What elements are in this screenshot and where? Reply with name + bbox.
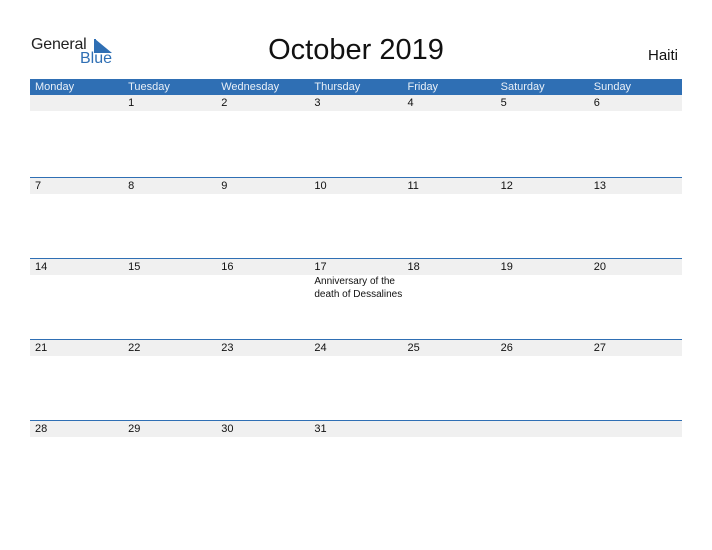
weekday-sunday: Sunday <box>593 81 632 93</box>
day-number: 8 <box>128 180 135 192</box>
week-row: 21 22 23 24 25 26 27 <box>30 339 682 420</box>
day-number <box>496 421 589 437</box>
day-event <box>216 275 309 301</box>
weekday-thursday: Thursday <box>314 81 361 93</box>
day-event <box>30 275 123 301</box>
day-event <box>496 275 589 301</box>
events-row: Anniversary of the death of Dessalines <box>30 275 682 301</box>
day-number <box>589 421 682 437</box>
day-number <box>403 421 496 437</box>
week-row: 7 8 9 10 11 12 13 <box>30 177 682 258</box>
day-number: 19 <box>500 261 513 273</box>
day-number: 5 <box>500 97 507 109</box>
day-event <box>403 275 496 301</box>
date-strip: 28 29 30 31 <box>30 421 682 437</box>
day-event <box>589 275 682 301</box>
weekday-saturday: Saturday <box>500 81 545 93</box>
day-number: 4 <box>407 97 414 109</box>
date-strip: 1 2 3 4 5 6 <box>30 95 682 111</box>
weekday-header: Monday Tuesday Wednesday Thursday Friday… <box>30 79 682 95</box>
day-number: 23 <box>221 342 234 354</box>
day-number: 25 <box>407 342 420 354</box>
day-number <box>30 95 123 111</box>
day-number: 27 <box>593 342 606 354</box>
day-number: 17 <box>314 261 327 273</box>
day-number: 15 <box>128 261 141 273</box>
day-number: 12 <box>500 180 513 192</box>
day-number: 16 <box>221 261 234 273</box>
weekday-monday: Monday <box>35 81 75 93</box>
day-number: 10 <box>314 180 327 192</box>
day-event <box>123 275 216 301</box>
day-number: 13 <box>593 180 606 192</box>
day-number: 18 <box>407 261 420 273</box>
page-title: October 2019 <box>268 34 444 66</box>
date-strip: 7 8 9 10 11 12 13 <box>30 178 682 194</box>
day-number: 24 <box>314 342 327 354</box>
day-number: 22 <box>128 342 141 354</box>
day-number: 2 <box>221 97 228 109</box>
day-number: 30 <box>221 423 234 435</box>
day-number: 3 <box>314 97 321 109</box>
day-number: 28 <box>35 423 48 435</box>
week-row: 14 15 16 17 18 19 20 Anniversary of the death o… <box>30 258 682 339</box>
weekday-wednesday: Wednesday <box>221 81 280 93</box>
day-number: 7 <box>35 180 42 192</box>
date-strip: 14 15 16 17 18 19 20 <box>30 259 682 275</box>
day-number: 26 <box>500 342 513 354</box>
day-number: 21 <box>35 342 48 354</box>
day-number: 1 <box>128 97 135 109</box>
country-label: Haiti <box>647 47 678 64</box>
day-number: 11 <box>407 180 419 192</box>
day-number: 6 <box>593 97 600 109</box>
weekday-friday: Friday <box>407 81 439 93</box>
weekday-tuesday: Tuesday <box>128 81 170 93</box>
day-event: Anniversary of the death of Dessalines <box>314 276 403 300</box>
day-number: 31 <box>314 423 327 435</box>
day-number: 14 <box>35 261 48 273</box>
day-number: 29 <box>128 423 141 435</box>
week-row: 1 2 3 4 5 6 <box>30 95 682 177</box>
calendar-grid: Monday Tuesday Wednesday Thursday Friday… <box>30 79 682 501</box>
day-number: 9 <box>221 180 228 192</box>
day-number: 20 <box>593 261 606 273</box>
date-strip: 21 22 23 24 25 26 27 <box>30 340 682 356</box>
week-row: 28 29 30 31 <box>30 420 682 501</box>
